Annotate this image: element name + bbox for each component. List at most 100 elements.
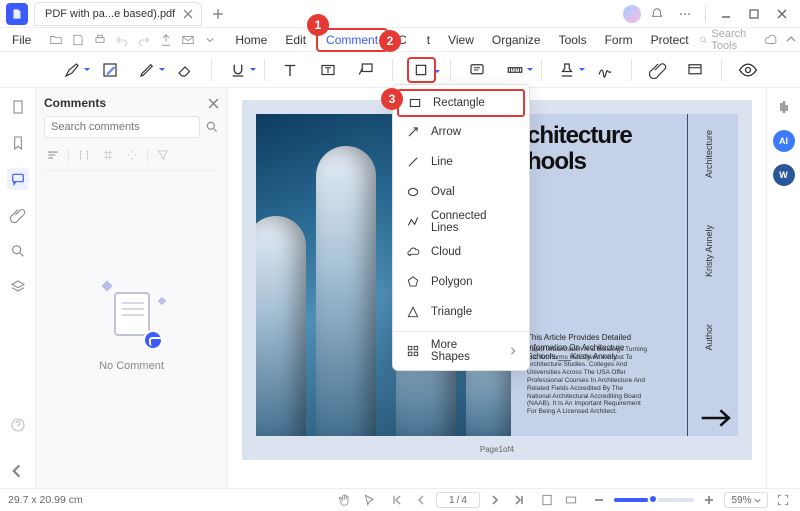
rail-layers-icon[interactable] bbox=[7, 276, 29, 298]
expand-icon[interactable] bbox=[75, 146, 93, 164]
highlight-tool[interactable] bbox=[60, 57, 84, 83]
statusbar: 29.7 x 20.99 cm 1 / 4 59% bbox=[0, 488, 800, 511]
shape-line[interactable]: Line bbox=[393, 147, 529, 177]
menu-organize[interactable]: Organize bbox=[484, 30, 549, 50]
hide-comments-tool[interactable] bbox=[736, 57, 760, 83]
filter-icon[interactable] bbox=[154, 146, 172, 164]
save-icon[interactable] bbox=[69, 31, 87, 49]
menu-edit[interactable]: Edit bbox=[277, 30, 314, 50]
underline-tool[interactable] bbox=[226, 57, 250, 83]
shape-label: Connected Lines bbox=[431, 210, 517, 234]
window-close-button[interactable] bbox=[770, 2, 794, 26]
sort-icon[interactable] bbox=[44, 146, 62, 164]
rail-help-icon[interactable] bbox=[7, 414, 29, 436]
word-export-icon[interactable]: W bbox=[773, 164, 795, 186]
print-icon[interactable] bbox=[91, 31, 109, 49]
last-page-icon[interactable] bbox=[510, 491, 528, 509]
collapse-all-icon[interactable] bbox=[99, 146, 117, 164]
shapes-tool[interactable] bbox=[407, 57, 437, 83]
comments-title: Comments bbox=[44, 96, 106, 110]
options-icon[interactable] bbox=[123, 146, 141, 164]
comments-panel: Comments No Comment bbox=[36, 88, 228, 488]
share-icon[interactable] bbox=[157, 31, 175, 49]
menu-file[interactable]: File bbox=[4, 30, 39, 50]
cloud-icon[interactable] bbox=[764, 31, 778, 49]
shape-connected-lines[interactable]: Connected Lines bbox=[393, 207, 529, 237]
window-maximize-button[interactable] bbox=[742, 2, 766, 26]
rail-collapse-icon[interactable] bbox=[7, 460, 29, 482]
open-icon[interactable] bbox=[47, 31, 65, 49]
area-highlight-tool[interactable] bbox=[98, 57, 122, 83]
menu-protect[interactable]: Protect bbox=[643, 30, 697, 50]
rail-bookmarks-icon[interactable] bbox=[7, 132, 29, 154]
text-box-tool[interactable] bbox=[316, 57, 340, 83]
comments-panel-tool[interactable] bbox=[684, 57, 708, 83]
page-total: 4 bbox=[461, 495, 467, 506]
zoom-in-icon[interactable] bbox=[700, 491, 718, 509]
pencil-tool[interactable] bbox=[135, 57, 159, 83]
shape-label: Cloud bbox=[431, 246, 461, 258]
close-tab-icon[interactable] bbox=[181, 7, 195, 21]
menu-home[interactable]: Home bbox=[227, 30, 275, 50]
menu-tools[interactable]: Tools bbox=[551, 30, 595, 50]
comments-search-input[interactable] bbox=[44, 116, 200, 138]
menu-view[interactable]: View bbox=[440, 30, 482, 50]
shape-rectangle[interactable]: Rectangle bbox=[397, 89, 525, 117]
shape-arrow[interactable]: Arrow bbox=[393, 117, 529, 147]
shape-polygon[interactable]: Polygon bbox=[393, 267, 529, 297]
text-tool[interactable] bbox=[278, 57, 302, 83]
page-title-2: hools bbox=[527, 150, 678, 174]
collapse-ribbon-icon[interactable] bbox=[784, 31, 797, 49]
prev-page-icon[interactable] bbox=[412, 491, 430, 509]
page-number: Page1of4 bbox=[480, 445, 514, 454]
arrow-icon bbox=[405, 124, 421, 140]
measure-tool[interactable] bbox=[503, 57, 527, 83]
shape-oval[interactable]: Oval bbox=[393, 177, 529, 207]
comments-empty-state: No Comment bbox=[44, 171, 219, 482]
search-tools[interactable]: Search Tools bbox=[699, 28, 758, 52]
select-tool-icon[interactable] bbox=[360, 491, 378, 509]
shape-triangle[interactable]: Triangle bbox=[393, 297, 529, 327]
undo-icon[interactable] bbox=[113, 31, 131, 49]
signature-tool[interactable] bbox=[593, 57, 617, 83]
stamp-tool[interactable] bbox=[555, 57, 579, 83]
page-indicator[interactable]: 1 / 4 bbox=[436, 492, 480, 508]
email-icon[interactable] bbox=[179, 31, 197, 49]
rail-thumbnails-icon[interactable] bbox=[7, 96, 29, 118]
qa-dropdown-icon[interactable] bbox=[201, 31, 219, 49]
rail-comments-icon[interactable] bbox=[7, 168, 29, 190]
empty-illustration-icon bbox=[97, 282, 167, 352]
attachment-tool[interactable] bbox=[646, 57, 670, 83]
close-panel-icon[interactable] bbox=[208, 98, 219, 109]
zoom-value[interactable]: 59% bbox=[724, 492, 768, 508]
add-tab-button[interactable] bbox=[206, 2, 230, 26]
shape-cloud[interactable]: Cloud bbox=[393, 237, 529, 267]
window-minimize-button[interactable] bbox=[714, 2, 738, 26]
notifications-icon[interactable] bbox=[645, 2, 669, 26]
fit-page-icon[interactable] bbox=[538, 491, 556, 509]
shape-more[interactable]: More Shapes bbox=[393, 336, 529, 366]
next-page-icon[interactable] bbox=[486, 491, 504, 509]
redo-icon[interactable] bbox=[135, 31, 153, 49]
comments-search-icon[interactable] bbox=[204, 116, 219, 138]
ai-assistant-icon[interactable]: AI bbox=[773, 130, 795, 152]
note-tool[interactable] bbox=[465, 57, 489, 83]
rail-search-icon[interactable] bbox=[7, 240, 29, 262]
first-page-icon[interactable] bbox=[388, 491, 406, 509]
fullscreen-icon[interactable] bbox=[774, 491, 792, 509]
hand-tool-icon[interactable] bbox=[336, 491, 354, 509]
page-arrow-icon bbox=[700, 406, 734, 430]
menu-form[interactable]: Form bbox=[597, 30, 641, 50]
menu-convert-right[interactable]: t bbox=[419, 30, 438, 50]
fit-width-icon[interactable] bbox=[562, 491, 580, 509]
more-icon[interactable] bbox=[673, 2, 697, 26]
callout-tool[interactable] bbox=[354, 57, 378, 83]
document-tab[interactable]: PDF with pa...e based).pdf bbox=[34, 2, 202, 26]
eraser-tool[interactable] bbox=[173, 57, 197, 83]
zoom-out-icon[interactable] bbox=[590, 491, 608, 509]
zoom-slider[interactable] bbox=[614, 498, 694, 502]
line-icon bbox=[405, 154, 421, 170]
properties-icon[interactable] bbox=[773, 96, 795, 118]
profile-avatar-icon[interactable] bbox=[623, 5, 641, 23]
rail-attachments-icon[interactable] bbox=[7, 204, 29, 226]
